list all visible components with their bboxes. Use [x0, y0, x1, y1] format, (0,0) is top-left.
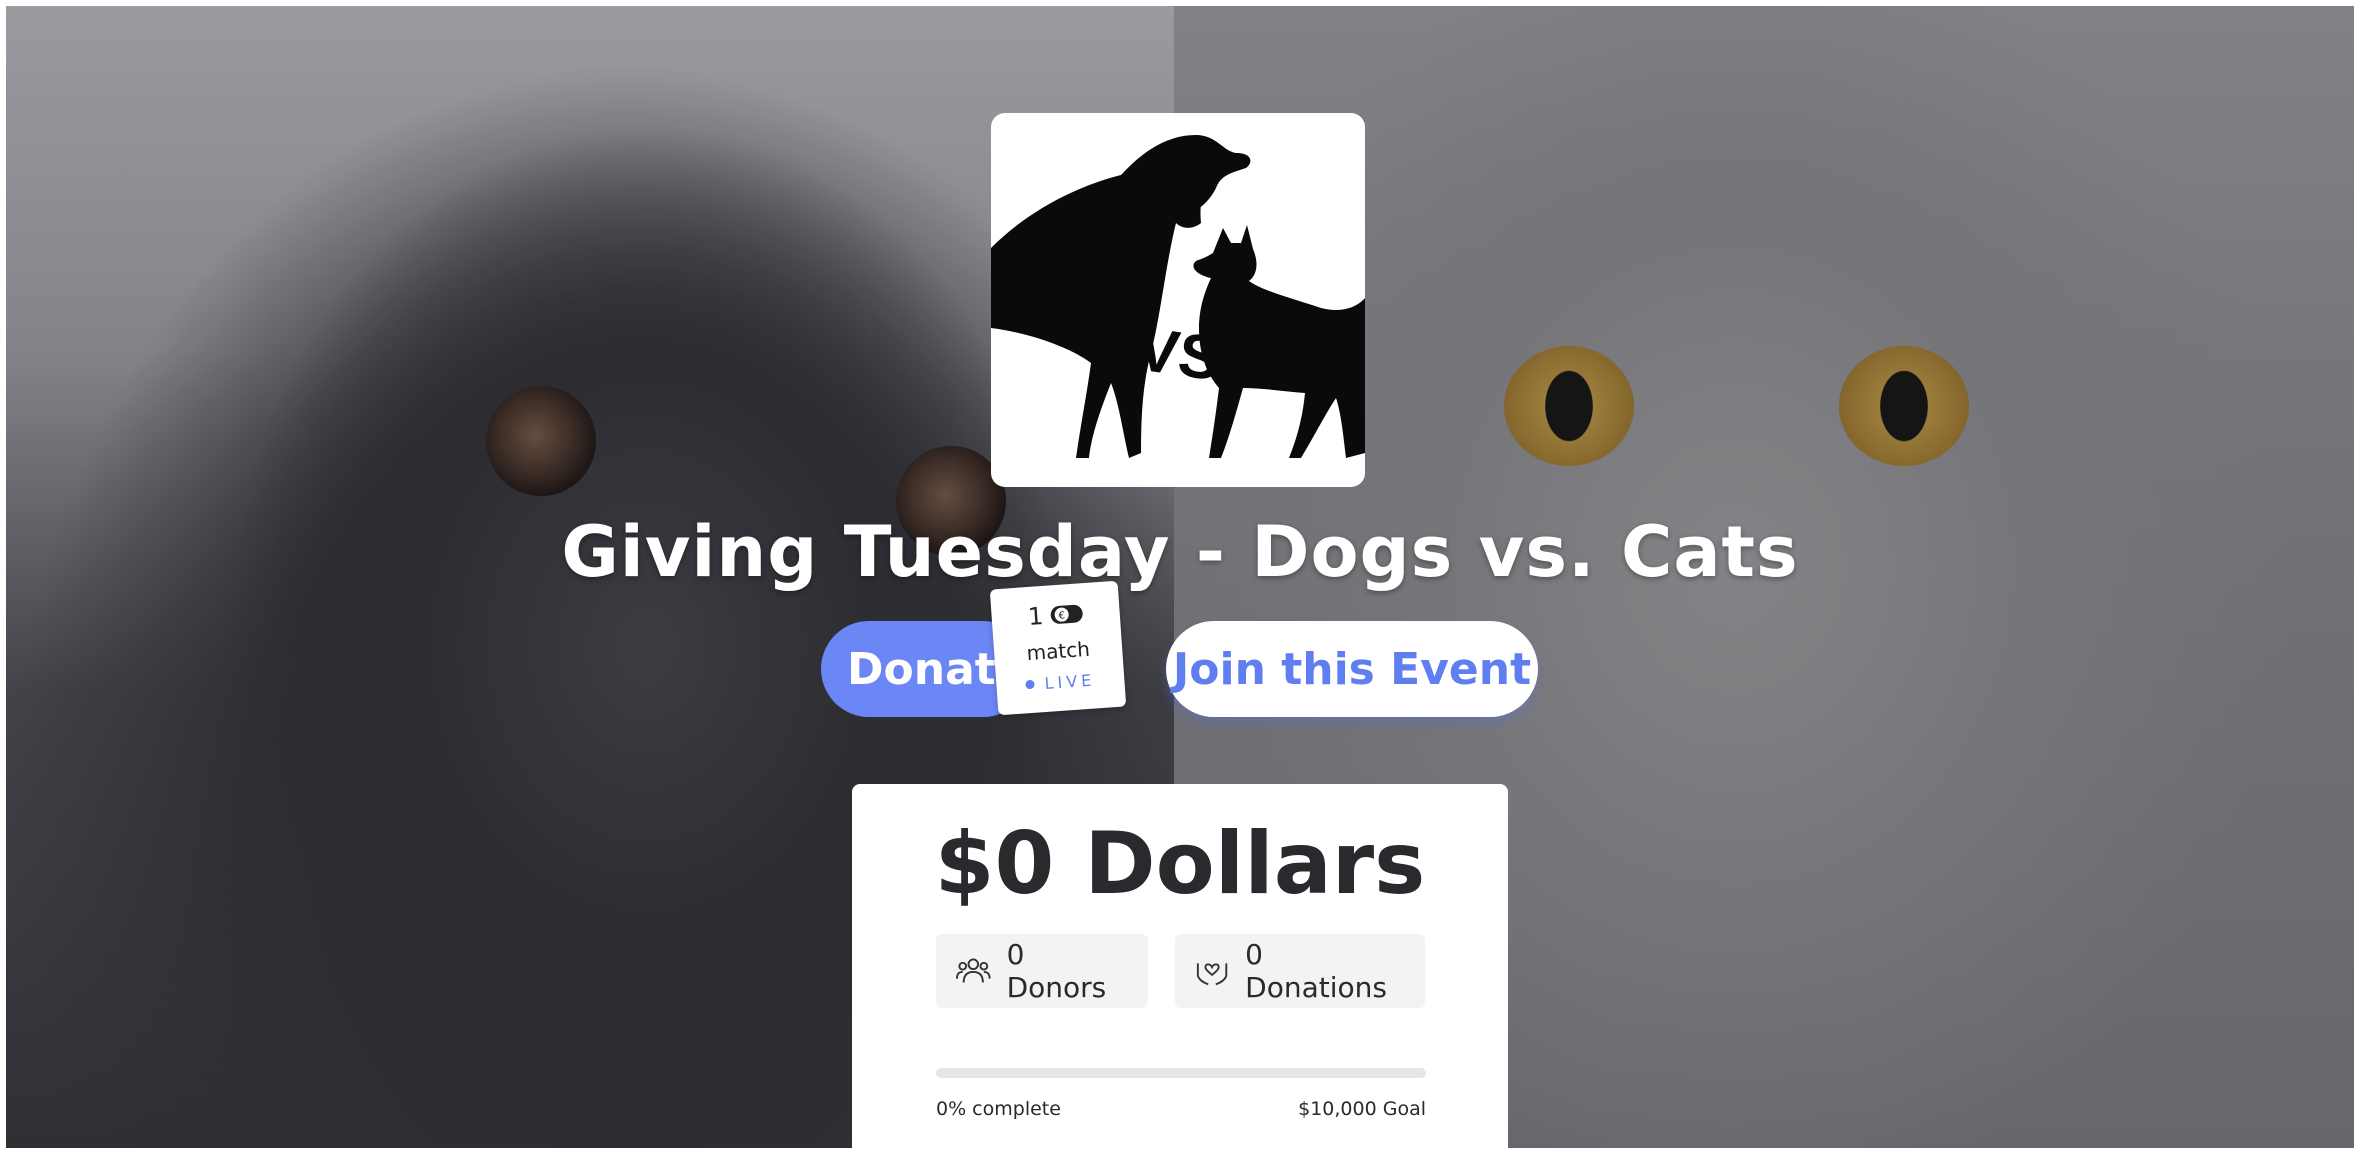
logo-vs-text: VS	[1133, 315, 1225, 395]
event-hero: VS Giving Tuesday - Dogs vs. Cats Donate…	[6, 6, 2354, 1148]
amount-raised: $0 Dollars	[934, 814, 1426, 914]
match-label: match	[1025, 636, 1091, 666]
event-title: Giving Tuesday - Dogs vs. Cats	[561, 511, 1799, 593]
hands-heart-icon	[1196, 963, 1228, 986]
goal-label: $10,000 Goal	[1298, 1098, 1426, 1120]
people-icon	[956, 958, 991, 983]
goal-progress-bar	[936, 1068, 1426, 1078]
live-status: LIVE	[1043, 670, 1096, 693]
match-count: 1	[1027, 601, 1045, 631]
event-logo: VS	[991, 113, 1365, 487]
fundraising-stats-card: $0 Dollars 0 Donors 0 Donations 0% compl…	[852, 784, 1508, 1148]
join-event-button[interactable]: Join this Event	[1166, 621, 1538, 717]
svg-text:€: €	[1058, 610, 1065, 621]
donations-stat: 0 Donations	[1175, 934, 1425, 1008]
donors-stat: 0 Donors	[936, 934, 1148, 1008]
dog-vs-cat-logo-icon: VS	[991, 135, 1365, 458]
donations-count: 0 Donations	[1245, 938, 1387, 1004]
progress-percent-label: 0% complete	[936, 1098, 1061, 1120]
live-dot-icon	[1025, 679, 1035, 690]
coin-toggle-icon: €	[1050, 604, 1083, 624]
donors-count: 0 Donors	[1006, 938, 1107, 1004]
match-badge[interactable]: 1 € match LIVE	[989, 580, 1127, 716]
